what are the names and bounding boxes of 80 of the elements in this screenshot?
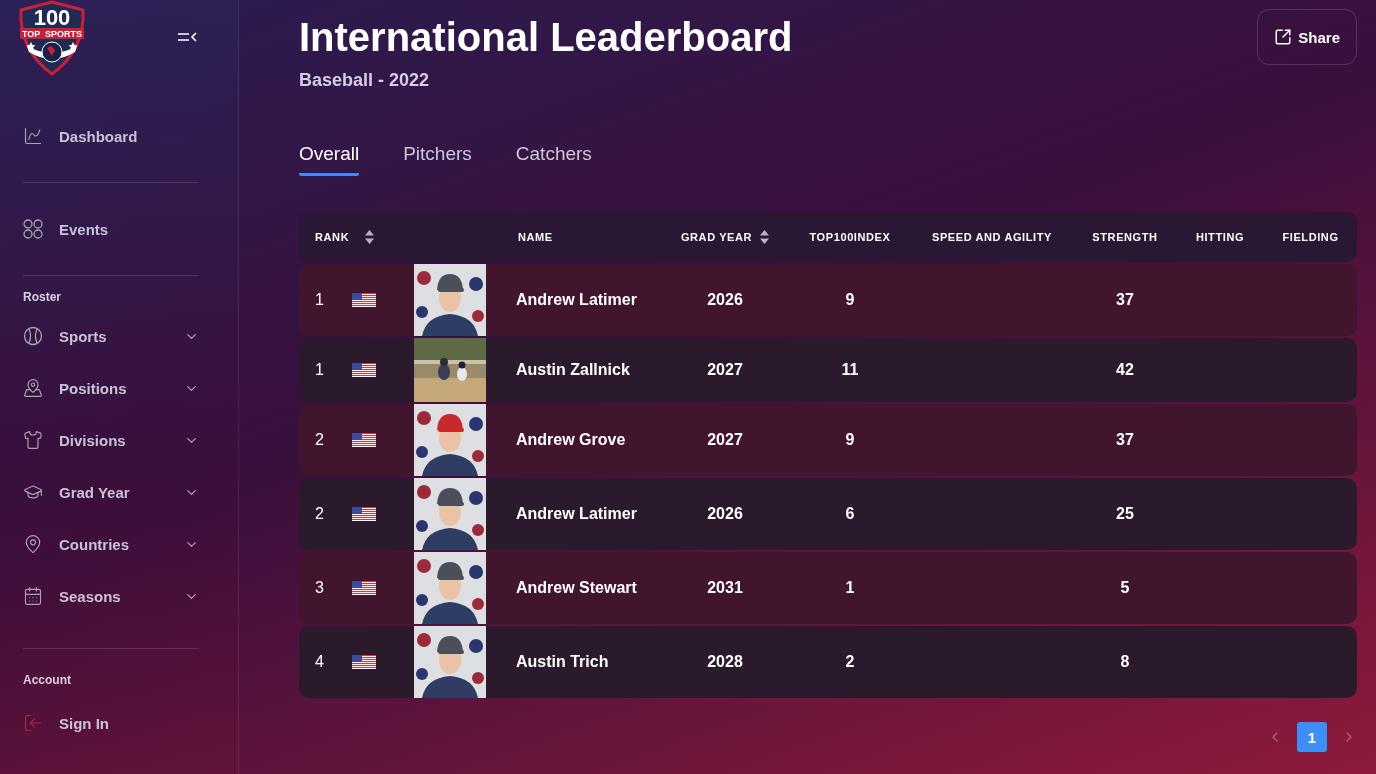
rank: 1 <box>315 291 324 309</box>
strength-score: 42 <box>1116 361 1134 379</box>
jersey-icon <box>23 430 43 450</box>
grad-year: 2031 <box>707 579 743 597</box>
section-heading: Roster <box>23 290 62 304</box>
rank: 2 <box>315 505 324 523</box>
column-header: NAME <box>518 231 553 243</box>
rank: 3 <box>315 579 324 597</box>
grad-year: 2028 <box>707 653 743 671</box>
strength-score: 37 <box>1116 431 1134 449</box>
table-row[interactable]: 3 Andrew Stewart 2031 1 5 <box>299 552 1357 624</box>
player-name: Andrew Latimer <box>516 505 637 523</box>
grad-year: 2026 <box>707 291 743 309</box>
grad-year: 2027 <box>707 431 743 449</box>
tab[interactable]: Overall <box>299 143 360 176</box>
page-subtitle: Baseball - 2022 <box>299 70 431 91</box>
flag-icon <box>351 655 376 669</box>
nav-item[interactable]: Sign In <box>23 697 199 749</box>
tab[interactable]: Catchers <box>515 143 592 176</box>
strength-score: 8 <box>1120 653 1130 671</box>
index-score: 1 <box>845 579 855 597</box>
index-score: 11 <box>841 361 859 379</box>
column-header: FIELDING <box>1282 231 1339 243</box>
sign-in-icon <box>23 713 43 733</box>
table-row[interactable]: 2 Andrew Grove 2027 9 37 <box>299 404 1357 476</box>
grad-year: 2027 <box>707 361 743 379</box>
column-header: STRENGTH <box>1092 231 1158 243</box>
share-icon <box>1274 28 1293 46</box>
player-name: Austin Trich <box>516 653 609 671</box>
nav-item[interactable]: Events <box>23 203 199 255</box>
flag-icon <box>351 433 376 447</box>
strength-score: 25 <box>1116 505 1134 523</box>
rank: 2 <box>315 431 324 449</box>
grad-year: 2026 <box>707 505 743 523</box>
flag-icon <box>351 581 376 595</box>
nav-item[interactable]: Grad Year <box>23 466 199 518</box>
column-header: SPEED AND AGILITY <box>932 231 1052 243</box>
player-name: Andrew Grove <box>516 431 626 449</box>
column-header: TOP100INDEX <box>809 231 891 243</box>
circles-icon <box>23 219 43 239</box>
player-name: Andrew Latimer <box>516 291 637 309</box>
flag-icon <box>351 363 376 377</box>
table-row[interactable]: 2 Andrew Latimer 2026 6 25 <box>299 478 1357 550</box>
chart-icon <box>23 126 43 146</box>
nav-item[interactable]: Divisions <box>23 414 199 466</box>
map-pin-icon <box>23 534 43 554</box>
player-name: Austin Zallnick <box>516 361 630 379</box>
column-header: RANK <box>315 231 350 243</box>
index-score: 6 <box>845 505 855 523</box>
index-score: 9 <box>845 431 855 449</box>
column-header: HITTING <box>1195 231 1245 243</box>
rank: 4 <box>315 653 324 671</box>
map-pin-icon <box>23 378 43 398</box>
baseball-icon <box>23 326 43 346</box>
strength-score: 5 <box>1120 579 1130 597</box>
table-row[interactable]: 1 Andrew Latimer 2026 9 37 <box>299 264 1357 336</box>
collapse-sidebar-button[interactable] <box>177 30 199 44</box>
nav-item[interactable]: Dashboard <box>23 110 199 162</box>
table-row[interactable]: 4 Austin Trich 2028 2 8 <box>299 626 1357 698</box>
index-score: 2 <box>845 653 855 671</box>
sort-icon[interactable] <box>760 230 770 244</box>
nav-item[interactable]: Sports <box>23 310 199 362</box>
section-heading: Account <box>23 673 72 687</box>
strength-score: 37 <box>1116 291 1134 309</box>
sort-icon[interactable] <box>365 230 375 244</box>
player-name: Andrew Stewart <box>516 579 637 597</box>
flag-icon <box>351 507 376 521</box>
index-score: 9 <box>845 291 855 309</box>
nav-item[interactable]: Seasons <box>23 570 199 622</box>
page-title: International Leaderboard <box>299 14 793 60</box>
tab[interactable]: Pitchers <box>403 143 472 176</box>
nav-item[interactable]: Positions <box>23 362 199 414</box>
table-row[interactable]: 1 Austin Zallnick 2027 11 42 <box>299 338 1357 402</box>
flag-icon <box>351 293 376 307</box>
rank: 1 <box>315 361 324 379</box>
logo[interactable]: 100 TOP SPORTS <box>17 0 87 76</box>
column-header: GRAD YEAR <box>680 231 753 243</box>
nav-item[interactable]: Countries <box>23 518 199 570</box>
calendar-icon <box>23 586 43 606</box>
share-button[interactable]: Share <box>1257 9 1357 65</box>
